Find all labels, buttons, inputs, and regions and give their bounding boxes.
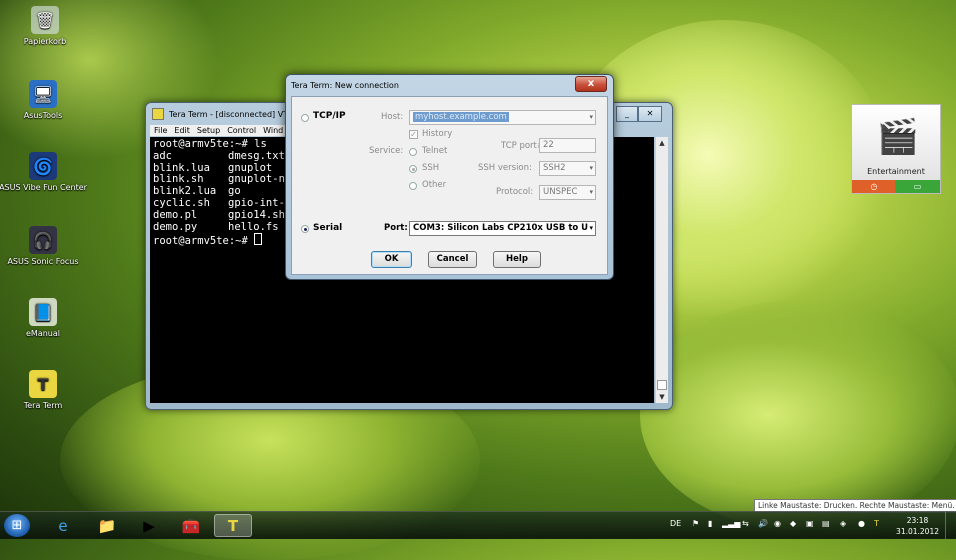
desktop-icon-label: Papierkorb [23, 37, 67, 46]
protocol-select[interactable]: UNSPEC ▾ [539, 185, 596, 200]
tray-signal-icon[interactable]: ▂▃▅ [722, 519, 740, 528]
taskbar-app-icon[interactable]: 🧰 [172, 514, 210, 537]
ssh-version-select[interactable]: SSH2 ▾ [539, 161, 596, 176]
taskbar-clock[interactable]: 23:18 31.01.2012 [896, 515, 939, 537]
tcp-port-field[interactable]: 22 [539, 138, 596, 153]
port-select[interactable]: COM3: Silicon Labs CP210x USB to U ▾ [409, 221, 596, 236]
tray-flag-icon[interactable]: ⚑ [692, 519, 699, 528]
service-label: Service: [369, 146, 404, 156]
terminal-scrollbar[interactable]: ▲ ▼ [655, 137, 668, 403]
recycle-bin-icon: 🗑 [31, 6, 59, 34]
ssh-version-label: SSH version: [478, 163, 532, 173]
taskbar-tera-term-icon[interactable]: T [214, 514, 252, 537]
ssh-label: SSH [422, 163, 440, 173]
new-connection-dialog: Tera Term: New connection x TCP/IP Host:… [285, 74, 614, 280]
cursor-block [254, 233, 263, 246]
other-label: Other [422, 180, 447, 190]
show-desktop-button[interactable] [945, 512, 956, 539]
ok-button[interactable]: OK [371, 251, 412, 268]
tcpip-radio[interactable] [301, 114, 309, 122]
cancel-button[interactable]: Cancel [428, 251, 477, 268]
desktop-icon-emanual[interactable]: 📘 eManual [0, 298, 88, 338]
help-button[interactable]: Help [493, 251, 541, 268]
menu-file[interactable]: File [154, 126, 167, 135]
port-value: COM3: Silicon Labs CP210x USB to U [413, 223, 589, 233]
host-label: Host: [381, 112, 404, 122]
serial-label: Serial [313, 223, 343, 233]
terminal-title: Tera Term - [disconnected] VT [169, 109, 289, 119]
dialog-close-button[interactable]: x [575, 76, 607, 92]
entertainment-gadget[interactable]: 🎬 Entertainment ◷ ▭ [851, 104, 941, 194]
tray-tera-term-icon[interactable]: T [874, 519, 879, 528]
desktop-icon-label: eManual [26, 329, 60, 338]
clock-icon[interactable]: ◷ [852, 180, 896, 193]
vibe-fun-center-icon: 🌀 [29, 152, 57, 180]
tray-app1-icon[interactable]: ◉ [774, 519, 781, 528]
tray-app5-icon[interactable]: ◈ [840, 519, 846, 528]
desktop-icon-sonic-focus[interactable]: 🎧 ASUS Sonic Focus [0, 226, 88, 266]
host-dropdown-arrow-icon[interactable]: ▾ [589, 111, 593, 124]
port-label: Port: [384, 223, 408, 233]
port-dropdown-arrow-icon[interactable]: ▾ [589, 222, 593, 235]
taskbar: ⊞ e 📁 ▶ 🧰 T DE ⚑ ▮ ▂▃▅ ⇆ 🔊 ◉ ◆ ▣ ▤ ◈ ● T… [0, 511, 956, 539]
host-combobox[interactable]: myhost.example.com ▾ [409, 110, 596, 125]
protocol-label: Protocol: [496, 187, 534, 197]
host-value: myhost.example.com [413, 112, 509, 122]
menu-control[interactable]: Control [227, 126, 256, 135]
taskbar-internet-explorer-icon[interactable]: e [44, 514, 82, 537]
gadget-label: Entertainment [867, 167, 925, 176]
emanual-icon: 📘 [29, 298, 57, 326]
clock-time: 23:18 [906, 516, 929, 525]
dialog-title: Tera Term: New connection [291, 81, 399, 90]
desktop-icon-tera-term[interactable]: T Tera Term [0, 370, 88, 410]
terminal-menubar: File Edit Setup Control Wind [150, 125, 292, 136]
desktop-icon-label: Tera Term [23, 401, 63, 410]
terminal-close-button[interactable]: ✕ [638, 106, 662, 122]
tray-app3-icon[interactable]: ▣ [806, 519, 814, 528]
scroll-down-arrow-icon[interactable]: ▼ [656, 391, 668, 403]
tray-network-icon[interactable]: ⇆ [742, 519, 749, 528]
protocol-value: UNSPEC [543, 187, 578, 197]
sonic-focus-icon: 🎧 [29, 226, 57, 254]
tray-battery-icon[interactable]: ▮ [708, 519, 712, 528]
ssh-version-dropdown-arrow-icon[interactable]: ▾ [589, 162, 593, 175]
ssh-version-value: SSH2 [543, 163, 566, 173]
clapperboard-icon: 🎬 [876, 117, 920, 157]
tray-app6-icon[interactable]: ● [858, 519, 865, 528]
ssh-radio[interactable] [409, 165, 417, 173]
clock-date: 31.01.2012 [896, 527, 939, 536]
scroll-up-arrow-icon[interactable]: ▲ [656, 137, 668, 149]
start-button[interactable]: ⊞ [4, 514, 30, 537]
other-radio[interactable] [409, 182, 417, 190]
dialog-body: TCP/IP Host: myhost.example.com ▾ ✓ Hist… [291, 96, 608, 275]
serial-radio[interactable] [301, 225, 309, 233]
tcpip-label: TCP/IP [313, 111, 346, 121]
menu-window[interactable]: Wind [263, 126, 283, 135]
telnet-radio[interactable] [409, 148, 417, 156]
menu-edit[interactable]: Edit [174, 126, 190, 135]
language-indicator[interactable]: DE [670, 519, 681, 528]
taskbar-media-player-icon[interactable]: ▶ [130, 514, 168, 537]
desktop-icon-label: ASUS Sonic Focus [7, 257, 79, 266]
scroll-thumb[interactable] [657, 380, 667, 390]
tera-term-icon: T [29, 370, 57, 398]
taskbar-explorer-icon[interactable]: 📁 [88, 514, 126, 537]
telnet-label: Telnet [422, 146, 448, 156]
terminal-minimize-button[interactable]: _ [616, 106, 638, 122]
asustools-icon: 🖥 [29, 80, 57, 108]
tera-term-app-icon [152, 108, 164, 120]
window-icon[interactable]: ▭ [895, 180, 940, 193]
tray-volume-icon[interactable]: 🔊 [758, 519, 768, 528]
protocol-dropdown-arrow-icon[interactable]: ▾ [589, 186, 593, 199]
history-label: History [422, 129, 453, 139]
history-checkbox[interactable]: ✓ [409, 130, 418, 139]
desktop-icon-vibe-fun-center[interactable]: 🌀 ASUS Vibe Fun Center [0, 152, 88, 192]
desktop-icon-label: ASUS Vibe Fun Center [0, 183, 87, 192]
tray-app4-icon[interactable]: ▤ [822, 519, 830, 528]
menu-setup[interactable]: Setup [197, 126, 220, 135]
desktop-icon-label: AsusTools [23, 111, 63, 120]
desktop-icon-asustools[interactable]: 🖥 AsusTools [0, 80, 88, 120]
desktop-icon-recycle-bin[interactable]: 🗑 Papierkorb [0, 6, 90, 46]
tray-app2-icon[interactable]: ◆ [790, 519, 796, 528]
